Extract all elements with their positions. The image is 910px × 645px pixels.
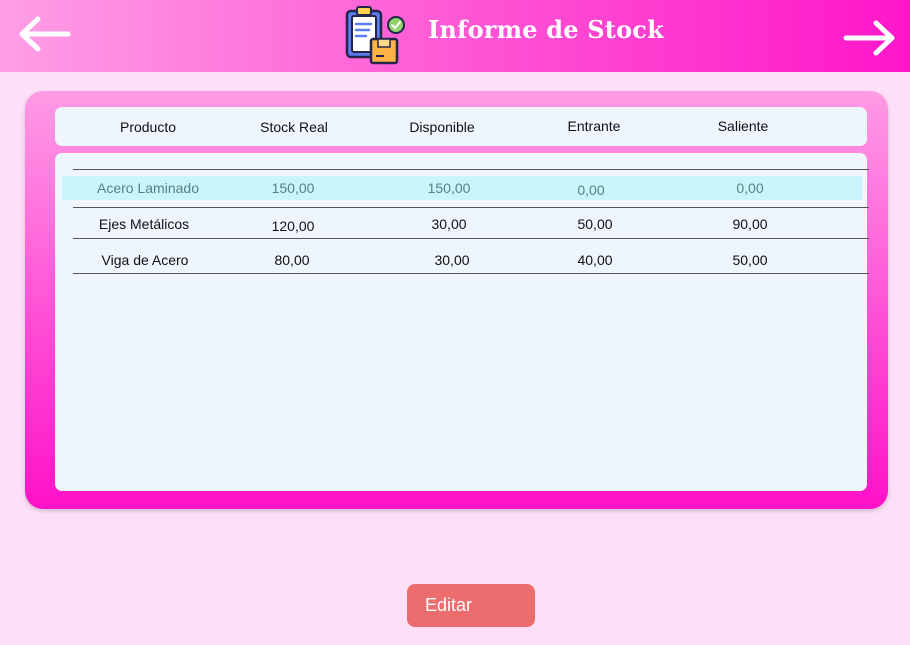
table-body: Acero Laminado 150,00 150,00 0,00 0,00 E… bbox=[55, 153, 869, 491]
arrow-right-icon bbox=[843, 20, 895, 56]
arrow-left-icon bbox=[19, 16, 71, 52]
clipboard-box-icon bbox=[344, 5, 406, 67]
column-header-disponible: Disponible bbox=[409, 119, 475, 135]
row-divider bbox=[73, 238, 869, 239]
cell-saliente: 0,00 bbox=[736, 180, 764, 196]
cell-disponible: 150,00 bbox=[427, 180, 471, 196]
cell-producto[interactable]: Ejes Metálicos bbox=[99, 216, 189, 232]
cell-stock-real: 80,00 bbox=[274, 252, 310, 268]
cell-stock-real: 150,00 bbox=[271, 180, 315, 196]
cell-entrante: 0,00 bbox=[577, 182, 605, 198]
column-header-entrante: Entrante bbox=[567, 118, 621, 134]
cell-entrante: 40,00 bbox=[577, 252, 613, 268]
cell-disponible: 30,00 bbox=[434, 252, 470, 268]
cell-stock-real: 120,00 bbox=[271, 218, 315, 234]
cell-saliente: 50,00 bbox=[732, 252, 768, 268]
table-header: Producto Stock Real Disponible Entrante … bbox=[55, 107, 867, 146]
cell-entrante: 50,00 bbox=[577, 216, 613, 232]
row-divider bbox=[73, 207, 869, 208]
app-header: Informe de Stock bbox=[0, 0, 910, 72]
forward-button[interactable] bbox=[842, 18, 898, 58]
column-header-producto: Producto bbox=[119, 119, 177, 135]
column-header-stock-real: Stock Real bbox=[260, 119, 328, 135]
cell-producto[interactable]: Acero Laminado bbox=[97, 180, 199, 196]
page-title: Informe de Stock bbox=[428, 15, 664, 44]
cell-producto[interactable]: Viga de Acero bbox=[102, 252, 189, 268]
edit-button[interactable]: Editar bbox=[407, 584, 535, 627]
row-divider bbox=[73, 273, 869, 274]
column-header-saliente: Saliente bbox=[717, 118, 769, 134]
cell-disponible: 30,00 bbox=[431, 216, 467, 232]
stock-report-panel: Producto Stock Real Disponible Entrante … bbox=[25, 91, 888, 509]
cell-saliente: 90,00 bbox=[732, 216, 768, 232]
back-button[interactable] bbox=[16, 14, 72, 54]
row-divider bbox=[73, 169, 869, 170]
